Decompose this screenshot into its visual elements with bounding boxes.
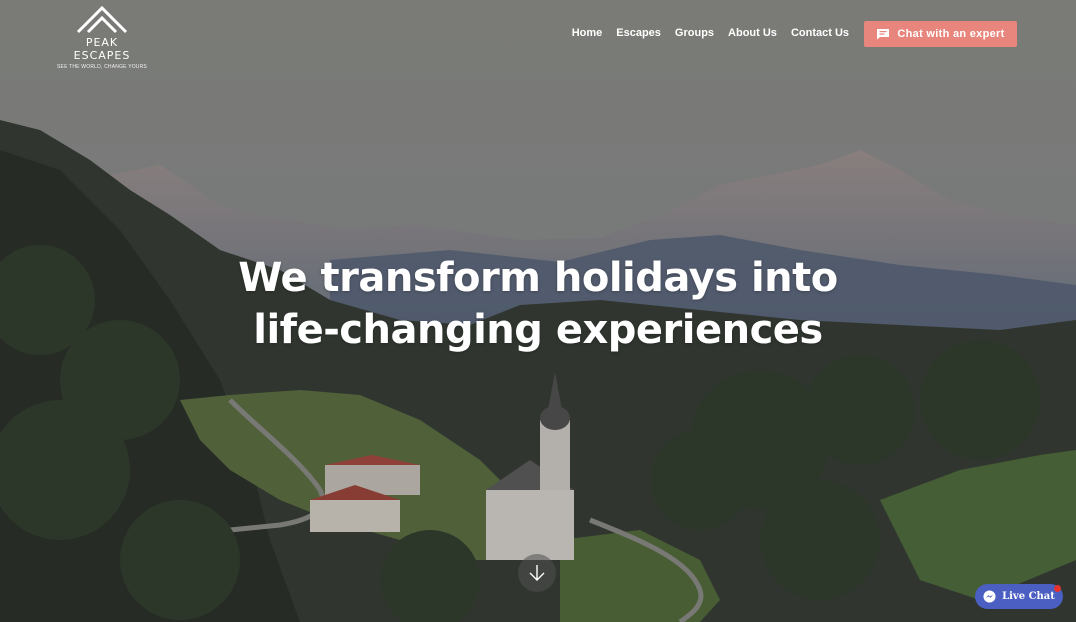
hero-headline: We transform holidays into life-changing… (0, 252, 1076, 356)
brand-tagline: SEE THE WORLD, CHANGE YOURS (57, 64, 147, 70)
live-chat-label: Live Chat (1002, 591, 1055, 602)
chat-bubble-icon (877, 29, 890, 40)
nav-contact-us[interactable]: Contact Us (791, 27, 849, 39)
scroll-down-button[interactable] (518, 554, 556, 592)
mountain-logo-icon (76, 5, 128, 34)
messenger-icon (983, 590, 996, 603)
brand-name: PEAK ESCAPES (73, 36, 131, 62)
arrow-down-icon (529, 565, 545, 581)
hero-headline-line1: We transform holidays into (238, 255, 838, 301)
chat-with-expert-button[interactable]: Chat with an expert (864, 21, 1017, 47)
hero-headline-line2: life-changing experiences (253, 307, 823, 353)
nav-home[interactable]: Home (572, 27, 603, 39)
nav-groups[interactable]: Groups (675, 27, 714, 39)
main-nav: Home Escapes Groups About Us Contact Us (572, 27, 849, 39)
live-chat-button[interactable]: Live Chat (975, 584, 1063, 609)
nav-escapes[interactable]: Escapes (616, 27, 661, 39)
nav-about-us[interactable]: About Us (728, 27, 777, 39)
notification-dot (1054, 585, 1061, 592)
chat-with-expert-label: Chat with an expert (897, 28, 1005, 40)
hero-section: PEAK ESCAPES SEE THE WORLD, CHANGE YOURS… (0, 0, 1076, 622)
brand-logo[interactable]: PEAK ESCAPES SEE THE WORLD, CHANGE YOURS (56, 4, 148, 70)
